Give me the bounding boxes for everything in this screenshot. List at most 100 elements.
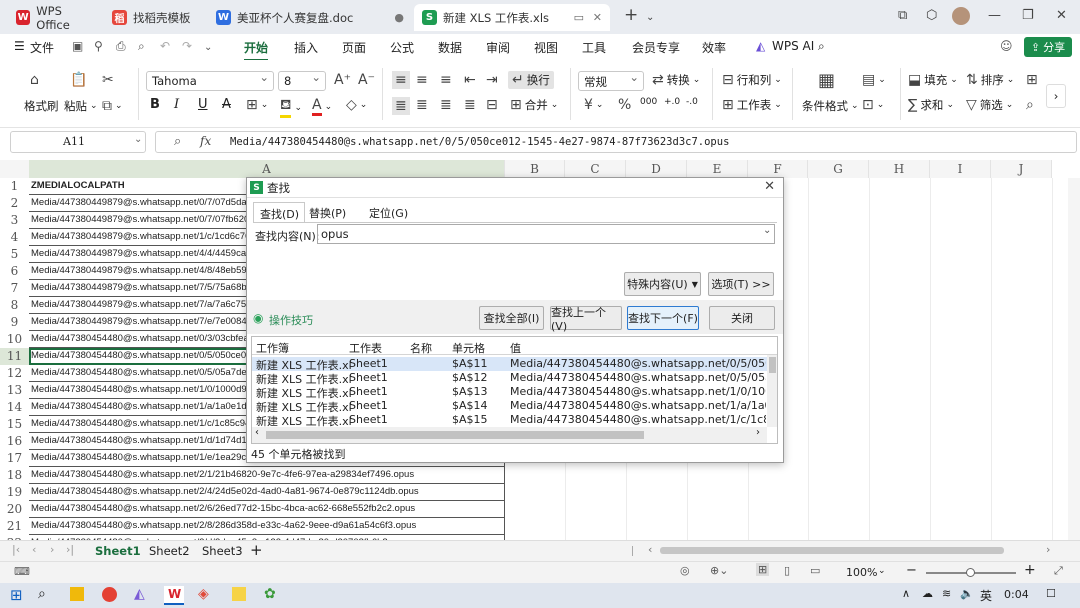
row-header[interactable]: 6	[0, 263, 29, 280]
header-workbook[interactable]: 工作簿	[256, 340, 289, 356]
row-header[interactable]: 15	[0, 416, 29, 433]
scroll-thumb[interactable]	[769, 357, 776, 373]
font-name-select[interactable]: Tahoma	[146, 70, 274, 91]
tray-chevron-icon[interactable]: ∧	[902, 587, 910, 600]
wrap-button[interactable]: ↵ 换行	[508, 71, 554, 89]
cond-format-icon[interactable]: ▦	[818, 70, 835, 91]
preview-icon[interactable]: ⌕	[138, 39, 145, 54]
notification-icon[interactable]: ☐	[1046, 587, 1056, 600]
share-button[interactable]: ⇪ 分享	[1024, 37, 1072, 57]
row-header[interactable]: 14	[0, 399, 29, 416]
file-explorer-icon[interactable]	[70, 587, 84, 601]
window-close-icon[interactable]: ✕	[1056, 8, 1067, 23]
ribbon-expand-icon[interactable]: ›	[1046, 84, 1066, 108]
column-header-H[interactable]: H	[869, 160, 930, 178]
menu-tools[interactable]: 工具	[582, 39, 606, 56]
result-row[interactable]: 新建 XLS 工作表.xls Sheet1 $A$11 Media/447380454…	[252, 357, 767, 372]
row-header[interactable]: 10	[0, 331, 29, 348]
row-header[interactable]: 17	[0, 450, 29, 467]
column-header-I[interactable]: I	[930, 160, 991, 178]
header-sheet[interactable]: 工作表	[349, 340, 382, 356]
fullscreen-icon[interactable]: ⤢	[1054, 564, 1063, 578]
row-header[interactable]: 19	[0, 484, 29, 501]
font-grow-icon[interactable]: A⁺	[334, 72, 351, 88]
column-header-B[interactable]: B	[505, 160, 565, 178]
row-header[interactable]: 18	[0, 467, 29, 484]
dialog-titlebar[interactable]: S 查找 ✕	[247, 178, 783, 198]
header-cell[interactable]: 单元格	[452, 340, 485, 356]
vertical-scrollbar[interactable]	[1068, 178, 1080, 540]
tab-find[interactable]: 查找(D)	[253, 202, 305, 222]
chevron-down-icon[interactable]: ⌄	[878, 566, 886, 576]
app-icon[interactable]: ◈	[198, 586, 209, 602]
scroll-right-icon[interactable]: ›	[1046, 543, 1050, 556]
thousands-icon[interactable]: 000	[640, 97, 657, 107]
column-header-A[interactable]: A	[29, 160, 505, 178]
menu-view[interactable]: 视图	[534, 39, 558, 56]
options-button[interactable]: 选项(T) >>	[708, 272, 774, 296]
volume-icon[interactable]: 🔈	[960, 587, 974, 600]
next-sheet-icon[interactable]: ›	[50, 543, 54, 556]
row-header[interactable]: 3	[0, 212, 29, 229]
horizontal-scroll-thumb[interactable]	[660, 547, 1004, 554]
app2-icon[interactable]: ✿	[264, 586, 276, 602]
justify-icon[interactable]: ≣	[464, 97, 476, 113]
ai-app-icon[interactable]: ◭	[134, 586, 145, 602]
fill-color-icon[interactable]: ⛾ ⌄	[280, 97, 302, 118]
italic-icon[interactable]: I	[174, 97, 179, 112]
format-painter-button[interactable]: 格式刷	[24, 98, 59, 114]
align-left-icon[interactable]: ≣	[392, 97, 410, 115]
distribute-icon[interactable]: ⊟	[486, 97, 498, 113]
filter-button[interactable]: ▽ 筛选 ⌄	[966, 97, 1013, 113]
align-center-icon[interactable]: ≣	[416, 97, 428, 113]
tab-replace[interactable]: 替换(P)	[309, 205, 346, 221]
menu-member[interactable]: 会员专享	[632, 39, 680, 56]
normal-view-icon[interactable]: ⊞	[756, 563, 770, 576]
tips-link[interactable]: 操作技巧	[269, 312, 313, 328]
format-painter-icon[interactable]: ⌂	[30, 72, 39, 88]
row-header[interactable]: 21	[0, 518, 29, 535]
border-icon[interactable]: ⊞ ⌄	[246, 97, 268, 113]
align-bottom-icon[interactable]: ≡	[440, 72, 452, 88]
column-header-D[interactable]: D	[626, 160, 687, 178]
column-header-J[interactable]: J	[991, 160, 1052, 178]
find-content-input[interactable]: opus	[317, 224, 775, 244]
underline-icon[interactable]: U	[198, 97, 208, 112]
link-icon[interactable]: ⚲	[94, 39, 103, 53]
column-header-G[interactable]: G	[808, 160, 869, 178]
scroll-right-icon[interactable]: ›	[756, 427, 760, 438]
dot-icon[interactable]: ●	[394, 11, 404, 24]
row-header[interactable]: 8	[0, 297, 29, 314]
undo-icon[interactable]: ↶	[160, 39, 170, 53]
sheet-tab-sheet3[interactable]: Sheet3	[202, 544, 243, 558]
header-name[interactable]: 名称	[410, 340, 432, 356]
find-next-button[interactable]: 查找下一个(F)	[627, 306, 699, 330]
row-header[interactable]: 7	[0, 280, 29, 297]
close-icon[interactable]: ✕	[593, 11, 602, 24]
clear-icon[interactable]: ◇ ⌄	[346, 97, 367, 113]
indent-increase-icon[interactable]: ⇥	[486, 72, 498, 88]
tab-goto[interactable]: 定位(G)	[369, 205, 408, 221]
save-icon[interactable]: ▣	[72, 39, 83, 53]
number-format-select[interactable]: 常规	[578, 70, 644, 91]
font-size-select[interactable]: 8	[278, 70, 326, 91]
macro-icon[interactable]: ⌨	[14, 565, 30, 578]
menu-data[interactable]: 数据	[438, 39, 462, 56]
wifi-icon[interactable]: ≋	[942, 587, 951, 600]
row-header[interactable]: 11	[0, 348, 29, 365]
restore-icon[interactable]: ❐	[1022, 8, 1034, 23]
strikethrough-icon[interactable]: A	[222, 97, 231, 112]
freeze-icon[interactable]: ⊞	[1026, 72, 1038, 88]
comment-icon[interactable]: ☺	[1000, 39, 1013, 53]
windows-start-icon[interactable]: ⊞	[10, 586, 23, 604]
copy-icon[interactable]: ⧉ ⌄	[102, 98, 123, 114]
row-header[interactable]: 12	[0, 365, 29, 382]
percent-icon[interactable]: %	[618, 97, 631, 113]
font-shrink-icon[interactable]: A⁻	[358, 72, 375, 88]
cut-icon[interactable]: ✂	[102, 72, 114, 88]
sheet-tab-sheet1[interactable]: Sheet1	[95, 544, 141, 558]
convert-button[interactable]: ⇄ 转换 ⌄	[652, 72, 700, 88]
decimal-decrease-icon[interactable]: -.0	[686, 97, 698, 107]
search-icon[interactable]: ⌕	[38, 586, 46, 602]
scroll-left-icon[interactable]: ‹	[255, 427, 259, 438]
